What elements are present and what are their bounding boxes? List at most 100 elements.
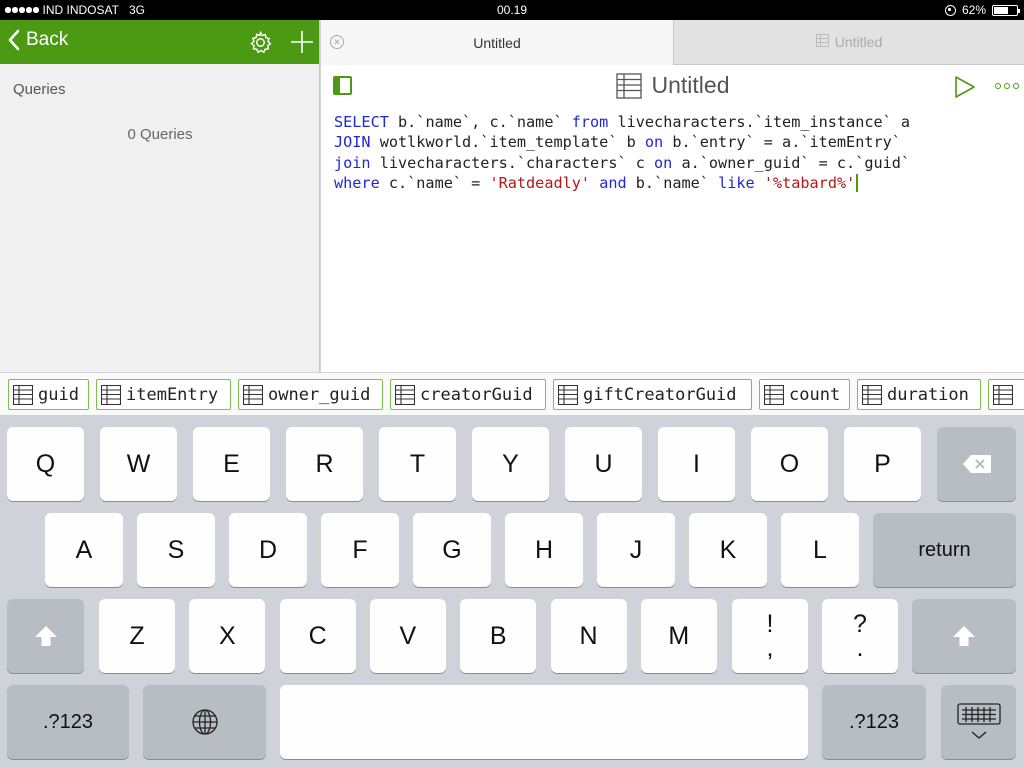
- play-icon: [955, 76, 975, 98]
- key-o-label: O: [779, 449, 800, 478]
- add-query-button[interactable]: [290, 30, 314, 59]
- column-chip[interactable]: duration: [857, 379, 981, 410]
- key-c[interactable]: C: [279, 599, 356, 673]
- keyboard-dismiss-icon: [956, 703, 1001, 739]
- key-y-label: Y: [502, 449, 519, 478]
- editor-toolbar: Untitled: [321, 65, 1024, 105]
- column-chip-label: creatorGuid: [420, 384, 533, 405]
- key-question-period[interactable]: ?.: [822, 599, 898, 673]
- sidebar-header: Back: [0, 20, 319, 64]
- column-chip[interactable]: itemEntry: [96, 379, 231, 410]
- key-q[interactable]: Q: [7, 427, 84, 501]
- key-j[interactable]: J: [597, 513, 675, 587]
- status-bar: IND INDOSAT 3G 00.19 62%: [0, 0, 1024, 20]
- key-s[interactable]: S: [137, 513, 215, 587]
- shift-key-left[interactable]: [7, 599, 84, 673]
- key-x[interactable]: X: [189, 599, 266, 673]
- key-v[interactable]: V: [369, 599, 446, 673]
- key-l[interactable]: L: [781, 513, 859, 587]
- run-query-button[interactable]: [953, 75, 977, 104]
- key-n[interactable]: N: [550, 599, 627, 673]
- sql-text: c.`name` =: [379, 173, 490, 192]
- table-icon: [101, 384, 126, 405]
- key-e[interactable]: E: [193, 427, 270, 501]
- column-chip[interactable]: count: [759, 379, 850, 410]
- key-i[interactable]: I: [658, 427, 735, 501]
- key-m[interactable]: M: [640, 599, 717, 673]
- tab-untitled-active[interactable]: ✕ Untitled: [321, 20, 673, 65]
- text-caret: [856, 173, 859, 192]
- numbers-key-right[interactable]: .?123: [822, 685, 926, 759]
- key-f[interactable]: F: [321, 513, 399, 587]
- key-r[interactable]: R: [286, 427, 363, 501]
- numbers-key-left[interactable]: .?123: [7, 685, 129, 759]
- delete-key[interactable]: [937, 427, 1016, 501]
- sql-keyword: from: [571, 113, 609, 131]
- key-k-label: K: [719, 535, 737, 564]
- key-exclaim-comma[interactable]: !,: [732, 599, 808, 673]
- key-k[interactable]: K: [689, 513, 767, 587]
- key-g[interactable]: G: [413, 513, 491, 587]
- space-bar[interactable]: [280, 685, 808, 759]
- key-s-label: S: [167, 535, 185, 564]
- tab-untitled-inactive[interactable]: Untitled: [673, 20, 1024, 65]
- back-button[interactable]: Back: [8, 29, 68, 51]
- column-chip[interactable]: giftCreatorGuid: [553, 379, 752, 410]
- sql-keyword: SELECT: [334, 113, 389, 131]
- table-icon: [764, 384, 789, 405]
- key-t-label: T: [409, 449, 426, 478]
- return-key-label: return: [918, 538, 971, 561]
- key-symbol: ?: [853, 610, 867, 638]
- clock: 00.19: [496, 3, 528, 17]
- column-chip-label: count: [789, 384, 841, 405]
- dismiss-keyboard-key[interactable]: [941, 685, 1016, 759]
- sql-keyword: on: [654, 153, 673, 172]
- rotation-lock-icon: [944, 4, 956, 16]
- sql-line: where c.`name` = 'Ratdeadly' and b.`name…: [334, 173, 1014, 193]
- key-p[interactable]: P: [844, 427, 921, 501]
- key-z[interactable]: Z: [99, 599, 175, 673]
- column-suggestions-bar: guid itemEntry owner_guid creatorGuid giftCr…: [0, 372, 1024, 416]
- key-symbol: ,: [766, 634, 774, 662]
- close-tab-icon[interactable]: ✕: [330, 35, 344, 49]
- key-o[interactable]: O: [751, 427, 828, 501]
- key-w-label: W: [126, 449, 151, 478]
- sql-editor[interactable]: SELECT b.`name`, c.`name` from livechara…: [334, 112, 1014, 193]
- query-editor-pane: ✕ Untitled Untitled Untitled SELECT b.`n…: [321, 20, 1024, 372]
- numbers-key-left-label: .?123: [42, 710, 94, 733]
- settings-button[interactable]: [248, 30, 273, 60]
- shift-key-right[interactable]: [912, 599, 1016, 673]
- queries-section-title: Queries: [13, 81, 66, 98]
- key-u[interactable]: U: [565, 427, 642, 501]
- sql-string: '%tabard%': [763, 173, 856, 192]
- document-title[interactable]: Untitled: [652, 72, 730, 99]
- key-b[interactable]: B: [460, 599, 537, 673]
- key-d[interactable]: D: [229, 513, 307, 587]
- column-chip[interactable]: owner_guid: [238, 379, 383, 410]
- column-chip[interactable]: creatorGuid: [390, 379, 546, 410]
- sql-keyword: JOIN: [334, 133, 371, 152]
- key-y[interactable]: Y: [472, 427, 549, 501]
- table-icon: [243, 384, 268, 405]
- tab-bar: ✕ Untitled Untitled: [321, 20, 1024, 65]
- more-options-button[interactable]: [995, 83, 1019, 89]
- back-label: Back: [26, 29, 69, 50]
- sql-line: JOIN wotlkworld.`item_template` b on b.`…: [334, 132, 1014, 152]
- status-right: 62%: [944, 3, 1020, 17]
- key-symbol: !: [766, 610, 774, 638]
- key-h[interactable]: H: [505, 513, 583, 587]
- key-t[interactable]: T: [379, 427, 456, 501]
- column-chip[interactable]: guid: [8, 379, 89, 410]
- column-chip-label: giftCreatorGuid: [583, 384, 737, 405]
- key-n-label: N: [579, 621, 598, 650]
- battery-icon: [992, 4, 1020, 16]
- key-a[interactable]: A: [45, 513, 123, 587]
- key-w[interactable]: W: [100, 427, 177, 501]
- return-key[interactable]: return: [873, 513, 1016, 587]
- column-chip-label: guid: [38, 384, 79, 405]
- numbers-key-right-label: .?123: [848, 710, 900, 733]
- globe-key[interactable]: [143, 685, 266, 759]
- key-symbol: .: [856, 634, 864, 662]
- column-chip-overflow[interactable]: [988, 379, 1024, 410]
